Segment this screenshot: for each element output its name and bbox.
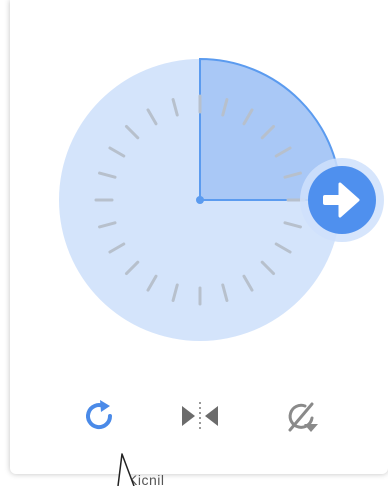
mouse-pointer-icon [117, 453, 135, 486]
rotation-toolbar [0, 394, 388, 442]
rotation-handle[interactable] [300, 158, 384, 242]
rotate-clockwise-icon [86, 400, 113, 430]
reset-rotation-icon [288, 402, 318, 432]
background-label: Kicnil [128, 474, 165, 486]
rotation-popup-stage: Kicnil [0, 0, 388, 486]
flip-horizontal-button[interactable] [178, 394, 222, 438]
dial-center [196, 196, 204, 204]
reset-rotation-button[interactable] [280, 394, 324, 438]
flip-horizontal-icon [182, 402, 218, 430]
rotate-clockwise-button[interactable] [78, 394, 122, 438]
rotation-dial[interactable] [0, 0, 388, 394]
